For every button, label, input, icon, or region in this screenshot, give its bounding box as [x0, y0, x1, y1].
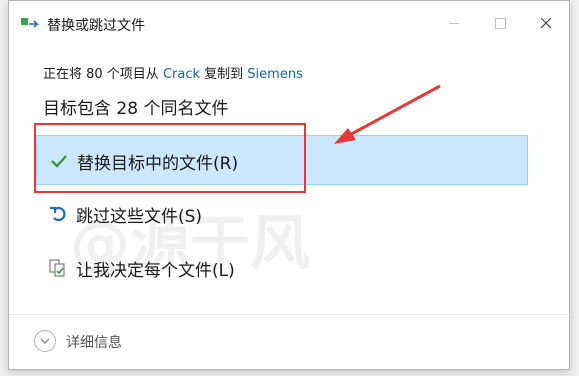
more-details-label: 详细信息 — [66, 335, 122, 351]
skip-files-option[interactable]: 跳过这些文件(S) — [36, 189, 528, 239]
close-button[interactable] — [523, 1, 569, 45]
decide-each-label: 让我决定每个文件(L) — [76, 261, 235, 281]
close-icon — [540, 17, 552, 29]
chevron-down-icon — [34, 330, 56, 352]
title-bar: 替换或跳过文件 — [9, 1, 569, 45]
decide-each-option[interactable]: 让我决定每个文件(L) — [36, 243, 528, 293]
minimize-button[interactable] — [431, 1, 477, 45]
copy-prefix: 正在将 80 个项目从 — [43, 67, 163, 82]
source-folder-link[interactable]: Crack — [163, 67, 200, 82]
copy-middle: 复制到 — [200, 67, 248, 82]
copy-files-icon — [21, 18, 39, 28]
destination-folder-link[interactable]: Siemens — [247, 67, 303, 82]
file-compare-icon — [49, 259, 65, 277]
maximize-button[interactable] — [477, 1, 523, 45]
footer-divider — [9, 314, 570, 315]
skip-arrow-icon — [50, 206, 66, 222]
skip-files-label: 跳过这些文件(S) — [76, 207, 203, 227]
annotation-highlight-box — [34, 123, 306, 193]
copy-status-text: 正在将 80 个项目从 Crack 复制到 Siemens — [43, 63, 303, 82]
conflict-heading: 目标包含 28 个同名文件 — [43, 99, 229, 119]
window-title: 替换或跳过文件 — [47, 18, 145, 34]
